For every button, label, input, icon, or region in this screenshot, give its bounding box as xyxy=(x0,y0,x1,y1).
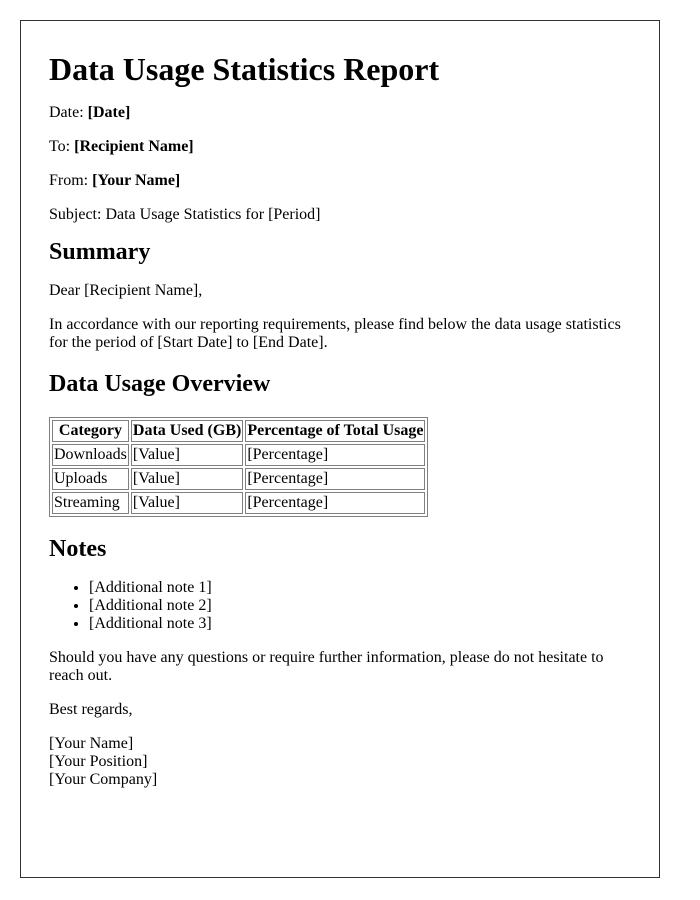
intro-paragraph: In accordance with our reporting require… xyxy=(49,316,621,351)
from-line: From: [Your Name] xyxy=(49,172,631,190)
greeting: Dear [Recipient Name], xyxy=(49,282,203,299)
table-header-row: Category Data Used (GB) Percentage of To… xyxy=(52,420,426,442)
subject-line: Subject: Data Usage Statistics for [Peri… xyxy=(49,206,321,223)
from-label: From: xyxy=(49,172,93,189)
header-category: Category xyxy=(52,420,129,442)
to-value: [Recipient Name] xyxy=(74,138,194,155)
notes-list: [Additional note 1] [Additional note 2] … xyxy=(49,579,631,633)
list-item: [Additional note 3] xyxy=(89,615,631,633)
date-label: Date: xyxy=(49,104,88,121)
signature-block: [Your Name] [Your Position] [Your Compan… xyxy=(49,735,631,789)
cell-percentage: [Percentage] xyxy=(245,468,426,490)
document-title: Data Usage Statistics Report xyxy=(49,51,440,87)
to-label: To: xyxy=(49,138,75,155)
cell-percentage: [Percentage] xyxy=(245,444,426,466)
usage-table: Category Data Used (GB) Percentage of To… xyxy=(49,417,429,517)
signature-position: [Your Position] xyxy=(49,753,148,770)
table-row: Uploads [Value] [Percentage] xyxy=(52,468,426,490)
letter-page: Data Usage Statistics Report Date: [Date… xyxy=(20,20,660,878)
table-row: Streaming [Value] [Percentage] xyxy=(52,492,426,514)
to-line: To: [Recipient Name] xyxy=(49,138,631,156)
date-line: Date: [Date] xyxy=(49,104,631,122)
date-value: [Date] xyxy=(87,104,131,121)
cell-data-used: [Value] xyxy=(130,468,244,490)
closing-paragraph: Should you have any questions or require… xyxy=(49,649,604,684)
signature-company: [Your Company] xyxy=(49,771,158,788)
overview-heading: Data Usage Overview xyxy=(49,371,271,397)
from-value: [Your Name] xyxy=(92,172,181,189)
list-item: [Additional note 1] xyxy=(89,579,631,597)
cell-percentage: [Percentage] xyxy=(245,492,426,514)
cell-data-used: [Value] xyxy=(130,492,244,514)
header-percentage: Percentage of Total Usage xyxy=(245,420,426,442)
list-item: [Additional note 2] xyxy=(89,597,631,615)
table-row: Downloads [Value] [Percentage] xyxy=(52,444,426,466)
cell-category: Streaming xyxy=(52,492,129,514)
signature-name: [Your Name] xyxy=(49,735,134,752)
cell-category: Uploads xyxy=(52,468,129,490)
summary-heading: Summary xyxy=(49,239,151,265)
cell-category: Downloads xyxy=(52,444,129,466)
cell-data-used: [Value] xyxy=(130,444,244,466)
header-data-used: Data Used (GB) xyxy=(130,420,244,442)
notes-heading: Notes xyxy=(49,536,107,562)
regards-line: Best regards, xyxy=(49,701,133,718)
